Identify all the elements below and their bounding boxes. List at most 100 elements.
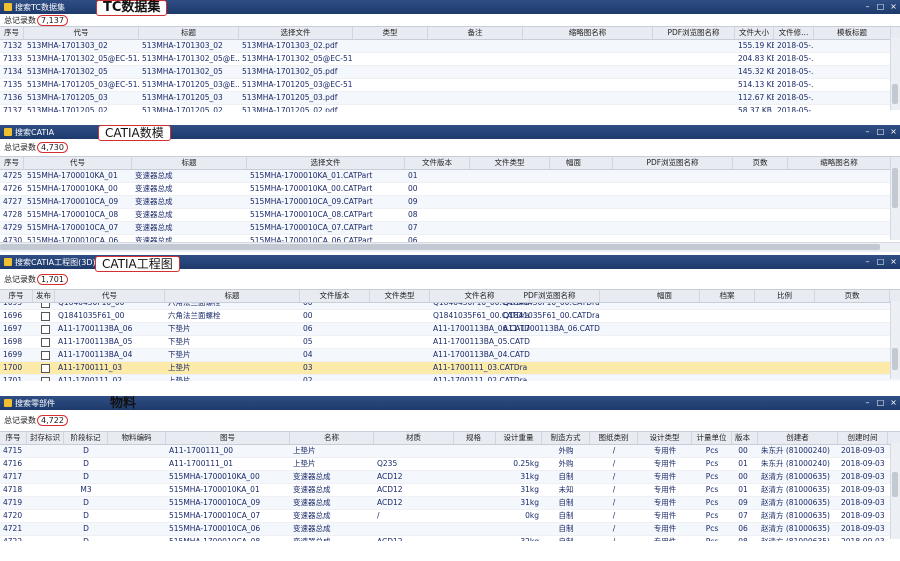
column-header[interactable]: 标题: [132, 157, 247, 169]
table-row[interactable]: 4726 515MHA-1700010KA_00 变速器总成 515MHA-17000…: [0, 183, 900, 196]
table-row[interactable]: 4718 M3 515MHA-1700010KA_01 变速器总成 ACD12 31kg 未…: [0, 484, 900, 497]
table-row[interactable]: 4721 D 515MHA-1700010CA_06 变速器总成 自制 / 专用件 Pcs 06…: [0, 523, 900, 536]
close-icon[interactable]: ×: [889, 398, 898, 407]
column-header[interactable]: 序号: [0, 432, 27, 444]
column-header[interactable]: 文件修...: [774, 27, 814, 39]
table-row[interactable]: 7135 513MHA-1701205_03@EC-51... 513MHA-170…: [0, 79, 900, 92]
column-header[interactable]: 设计重量: [496, 432, 542, 444]
maximize-icon[interactable]: □: [876, 2, 885, 11]
table-row[interactable]: 1699 A11-1700113BA_04 下垫片 04 A11-1700113BA_0…: [0, 349, 900, 362]
column-header[interactable]: 阶段标记: [64, 432, 108, 444]
column-header[interactable]: 代号: [55, 290, 165, 302]
minimize-icon[interactable]: –: [863, 398, 872, 407]
publish-checkbox[interactable]: [41, 325, 50, 334]
table-row[interactable]: 1695 Q1840430F10_00六角法兰面螺栓00 Q1840430F10_0…: [0, 303, 900, 310]
minimize-icon[interactable]: –: [863, 127, 872, 136]
vertical-scrollbar[interactable]: [890, 168, 900, 240]
column-header[interactable]: 选择文件: [247, 157, 405, 169]
table-row[interactable]: 7136 513MHA-1701205_03 513MHA-1701205_03 51…: [0, 92, 900, 105]
column-header[interactable]: 版本: [728, 432, 758, 444]
column-header[interactable]: 幅面: [535, 157, 613, 169]
column-header[interactable]: 页数: [815, 290, 890, 302]
scrollbar-thumb[interactable]: [892, 84, 898, 105]
column-header[interactable]: 名称: [290, 432, 374, 444]
publish-checkbox[interactable]: [41, 338, 50, 347]
column-header[interactable]: 模板标题: [814, 27, 891, 39]
vertical-scrollbar[interactable]: [890, 38, 900, 110]
column-header[interactable]: 材质: [374, 432, 454, 444]
column-header[interactable]: 档案: [700, 290, 755, 302]
horizontal-scrollbar[interactable]: [0, 242, 900, 252]
maximize-icon[interactable]: □: [876, 257, 885, 266]
publish-checkbox[interactable]: [41, 303, 50, 308]
table-row[interactable]: 4725 515MHA-1700010KA_01 变速器总成 515MHA-17000…: [0, 170, 900, 183]
table-row[interactable]: 7132 513MHA-1701303_02 513MHA-1701303_02 51…: [0, 40, 900, 53]
table-row[interactable]: 4716 D A11-1700111_01 上垫片 Q235 0.25kg 外购 / 专用件 Pc…: [0, 458, 900, 471]
scrollbar-thumb[interactable]: [892, 347, 898, 370]
scrollbar-thumb[interactable]: [0, 244, 880, 250]
table-row[interactable]: 4715 D A11-1700111_00 上垫片 外购 / 专用件 Pcs 00 朱东升 (81…: [0, 445, 900, 458]
column-header[interactable]: 文件版本: [300, 290, 370, 302]
column-header[interactable]: 创建者: [758, 432, 838, 444]
column-header[interactable]: 标题: [165, 290, 300, 302]
publish-checkbox[interactable]: [41, 377, 50, 381]
column-header[interactable]: 制造方式: [542, 432, 590, 444]
column-header[interactable]: 缩略图名称: [523, 27, 653, 39]
column-header[interactable]: 图纸类别: [590, 432, 638, 444]
maximize-icon[interactable]: □: [876, 127, 885, 136]
table-row[interactable]: 4730 515MHA-1700010CA_06 变速器总成 515MHA-17000…: [0, 235, 900, 242]
column-header[interactable]: 创建时间: [838, 432, 888, 444]
column-header[interactable]: 代号: [24, 157, 132, 169]
column-header[interactable]: 缩略图名称: [788, 157, 891, 169]
close-icon[interactable]: ×: [889, 127, 898, 136]
column-header[interactable]: 标题: [139, 27, 239, 39]
table-row[interactable]: 7134 513MHA-1701302_05 513MHA-1701302_05 51…: [0, 66, 900, 79]
table-row[interactable]: 4717 D 515MHA-1700010KA_00 变速器总成 ACD12 31kg 自制…: [0, 471, 900, 484]
vertical-scrollbar[interactable]: [890, 301, 900, 379]
publish-checkbox[interactable]: [41, 364, 50, 373]
scrollbar-thumb[interactable]: [892, 168, 898, 208]
minimize-icon[interactable]: –: [863, 2, 872, 11]
column-header[interactable]: PDF浏览图名称: [653, 27, 735, 39]
table-row[interactable]: 1696 Q1841035F61_00 六角法兰面螺栓 00 Q1841035F61_0…: [0, 310, 900, 323]
column-header[interactable]: 备注: [428, 27, 523, 39]
column-header[interactable]: 封存标识: [27, 432, 64, 444]
column-header[interactable]: PDF浏览图名称: [500, 290, 600, 302]
column-header[interactable]: 设计类型: [638, 432, 692, 444]
minimize-icon[interactable]: –: [863, 257, 872, 266]
table-row[interactable]: 7133 513MHA-1701302_05@EC-51... 513MHA-170…: [0, 53, 900, 66]
maximize-icon[interactable]: □: [876, 398, 885, 407]
table-row[interactable]: 1698 A11-1700113BA_05 下垫片 05 A11-1700113BA_0…: [0, 336, 900, 349]
table-row[interactable]: 4728 515MHA-1700010CA_08 变速器总成 515MHA-17000…: [0, 209, 900, 222]
column-header[interactable]: 规格: [452, 432, 496, 444]
column-header[interactable]: 类型: [353, 27, 428, 39]
column-header[interactable]: 文件版本: [405, 157, 470, 169]
table-row[interactable]: 4722 D 515MHA-1700010CA_08变速器总成ACD12 32kg自制…: [0, 536, 900, 541]
column-header[interactable]: 物料编码: [108, 432, 166, 444]
column-header[interactable]: 文件大小: [735, 27, 774, 39]
table-row[interactable]: 1697 A11-1700113BA_06 下垫片 06 A11-1700113BA_0…: [0, 323, 900, 336]
column-header[interactable]: 序号: [0, 290, 33, 302]
column-header[interactable]: 文件类型: [370, 290, 430, 302]
vertical-scrollbar[interactable]: [890, 443, 900, 539]
table-row[interactable]: 1700 A11-1700111_03 上垫片 03 A11-1700111_03.CA…: [0, 362, 900, 375]
column-header[interactable]: 序号: [0, 27, 24, 39]
column-header[interactable]: 代号: [24, 27, 139, 39]
publish-checkbox[interactable]: [41, 351, 50, 360]
column-header[interactable]: 图号: [166, 432, 290, 444]
table-row[interactable]: 4727 515MHA-1700010CA_09 变速器总成 515MHA-17000…: [0, 196, 900, 209]
publish-checkbox[interactable]: [41, 312, 50, 321]
table-row[interactable]: 7137 513MHA-1701205_02 513MHA-1701205_02 51…: [0, 105, 900, 112]
column-header[interactable]: 序号: [0, 157, 24, 169]
table-row[interactable]: 4729 515MHA-1700010CA_07 变速器总成 515MHA-17000…: [0, 222, 900, 235]
column-header[interactable]: 页数: [733, 157, 788, 169]
column-header[interactable]: 选择文件: [239, 27, 353, 39]
table-row[interactable]: 4719 D 515MHA-1700010CA_09 变速器总成 ACD12 31kg 自制…: [0, 497, 900, 510]
column-header[interactable]: 发布: [33, 290, 55, 302]
column-header[interactable]: 幅面: [630, 290, 700, 302]
scrollbar-thumb[interactable]: [892, 471, 898, 497]
column-header[interactable]: 计量单位: [692, 432, 732, 444]
table-row[interactable]: 1701 A11-1700111_02 上垫片 02 A11-1700111_02.CA…: [0, 375, 900, 381]
column-header[interactable]: PDF浏览图名称: [613, 157, 733, 169]
close-icon[interactable]: ×: [889, 2, 898, 11]
